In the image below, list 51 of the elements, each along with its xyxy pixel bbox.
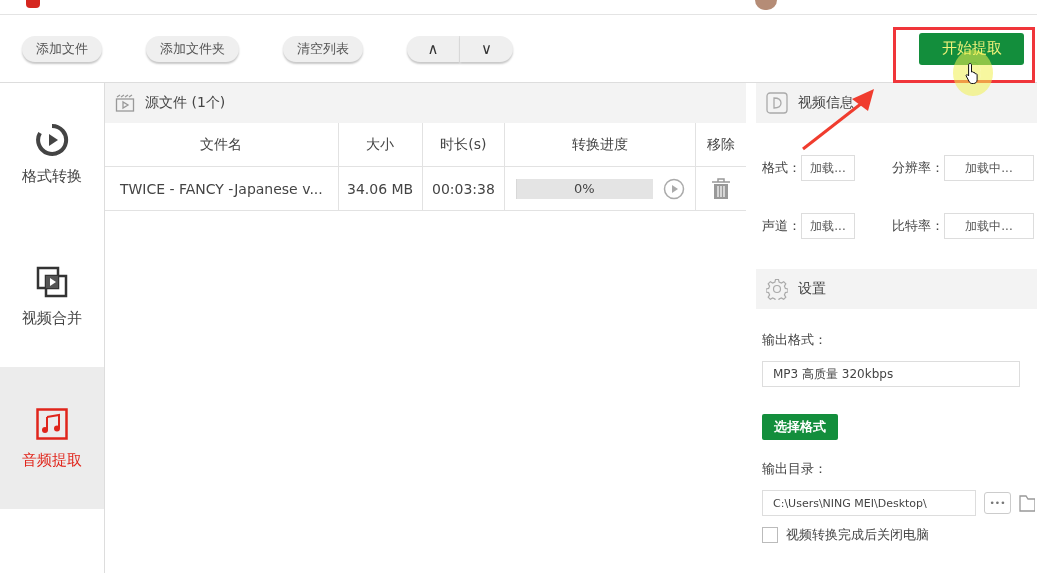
table-cell: 34.06 MB	[338, 167, 423, 210]
trash-icon[interactable]	[711, 177, 732, 200]
column-header: 文件名	[105, 123, 339, 166]
column-header: 移除	[706, 134, 737, 154]
progress-text: 0%	[573, 181, 595, 196]
info-field: 加载...	[801, 213, 855, 239]
overlap-squares-icon	[35, 264, 69, 299]
browse-button[interactable]: •••	[984, 492, 1011, 514]
field-label: 格式：	[762, 159, 801, 177]
info-field: 加载中...	[944, 155, 1034, 181]
sidebar-item[interactable]: 格式转换	[0, 83, 104, 225]
column-header: 时长(s)	[422, 123, 506, 166]
music-note-icon	[35, 406, 69, 441]
toolbar-button[interactable]: 添加文件夹	[146, 35, 239, 62]
clapper-icon	[115, 93, 135, 113]
sidebar-label: 格式转换	[22, 166, 82, 186]
field-label: 声道：	[762, 217, 801, 235]
field-label: 比特率：	[892, 217, 944, 235]
table-cell: TWICE - FANCY -Japanese v...	[105, 167, 339, 210]
sidebar-item[interactable]: 视频合并	[0, 225, 104, 367]
field-label: 输出目录：	[762, 460, 827, 478]
table-cell: 00:03:38	[422, 167, 506, 210]
app-logo-icon	[26, 0, 40, 8]
section-title: 源文件 (1个)	[145, 94, 226, 112]
column-header: 转换进度	[505, 123, 697, 166]
section-title: 设置	[798, 280, 826, 298]
field-label: 分辨率：	[892, 159, 944, 177]
toolbar-button[interactable]: 添加文件	[22, 35, 102, 62]
checkbox[interactable]	[762, 527, 778, 543]
avatar-icon[interactable]	[755, 0, 777, 10]
info-field: 加载...	[801, 155, 855, 181]
field-label: 输出格式：	[762, 331, 827, 349]
move-up-button[interactable]: ∧	[407, 35, 460, 62]
folder-icon[interactable]	[1019, 493, 1035, 513]
output-format-field[interactable]: MP3 高质量 320kbps	[762, 361, 1020, 387]
play-circle-icon	[35, 122, 69, 157]
checkbox-label: 视频转换完成后关闭电脑	[786, 526, 929, 544]
settings-icon	[766, 278, 788, 300]
move-down-button[interactable]: ∨	[460, 35, 513, 62]
output-folder-field[interactable]: C:\Users\NING MEI\Desktop\	[762, 490, 976, 516]
sidebar-label: 视频合并	[22, 308, 82, 328]
play-icon[interactable]	[662, 177, 685, 200]
section-title: 视频信息	[798, 94, 854, 112]
play-square-icon	[766, 92, 788, 114]
start-extract-button[interactable]: 开始提取	[919, 32, 1024, 65]
info-field: 加载中...	[944, 213, 1034, 239]
sidebar-item[interactable]: 音频提取	[0, 367, 104, 509]
column-header: 大小	[338, 123, 423, 166]
sidebar-label: 音频提取	[22, 450, 82, 470]
toolbar-button[interactable]: 清空列表	[283, 35, 363, 62]
choose-format-button[interactable]: 选择格式	[762, 414, 838, 440]
